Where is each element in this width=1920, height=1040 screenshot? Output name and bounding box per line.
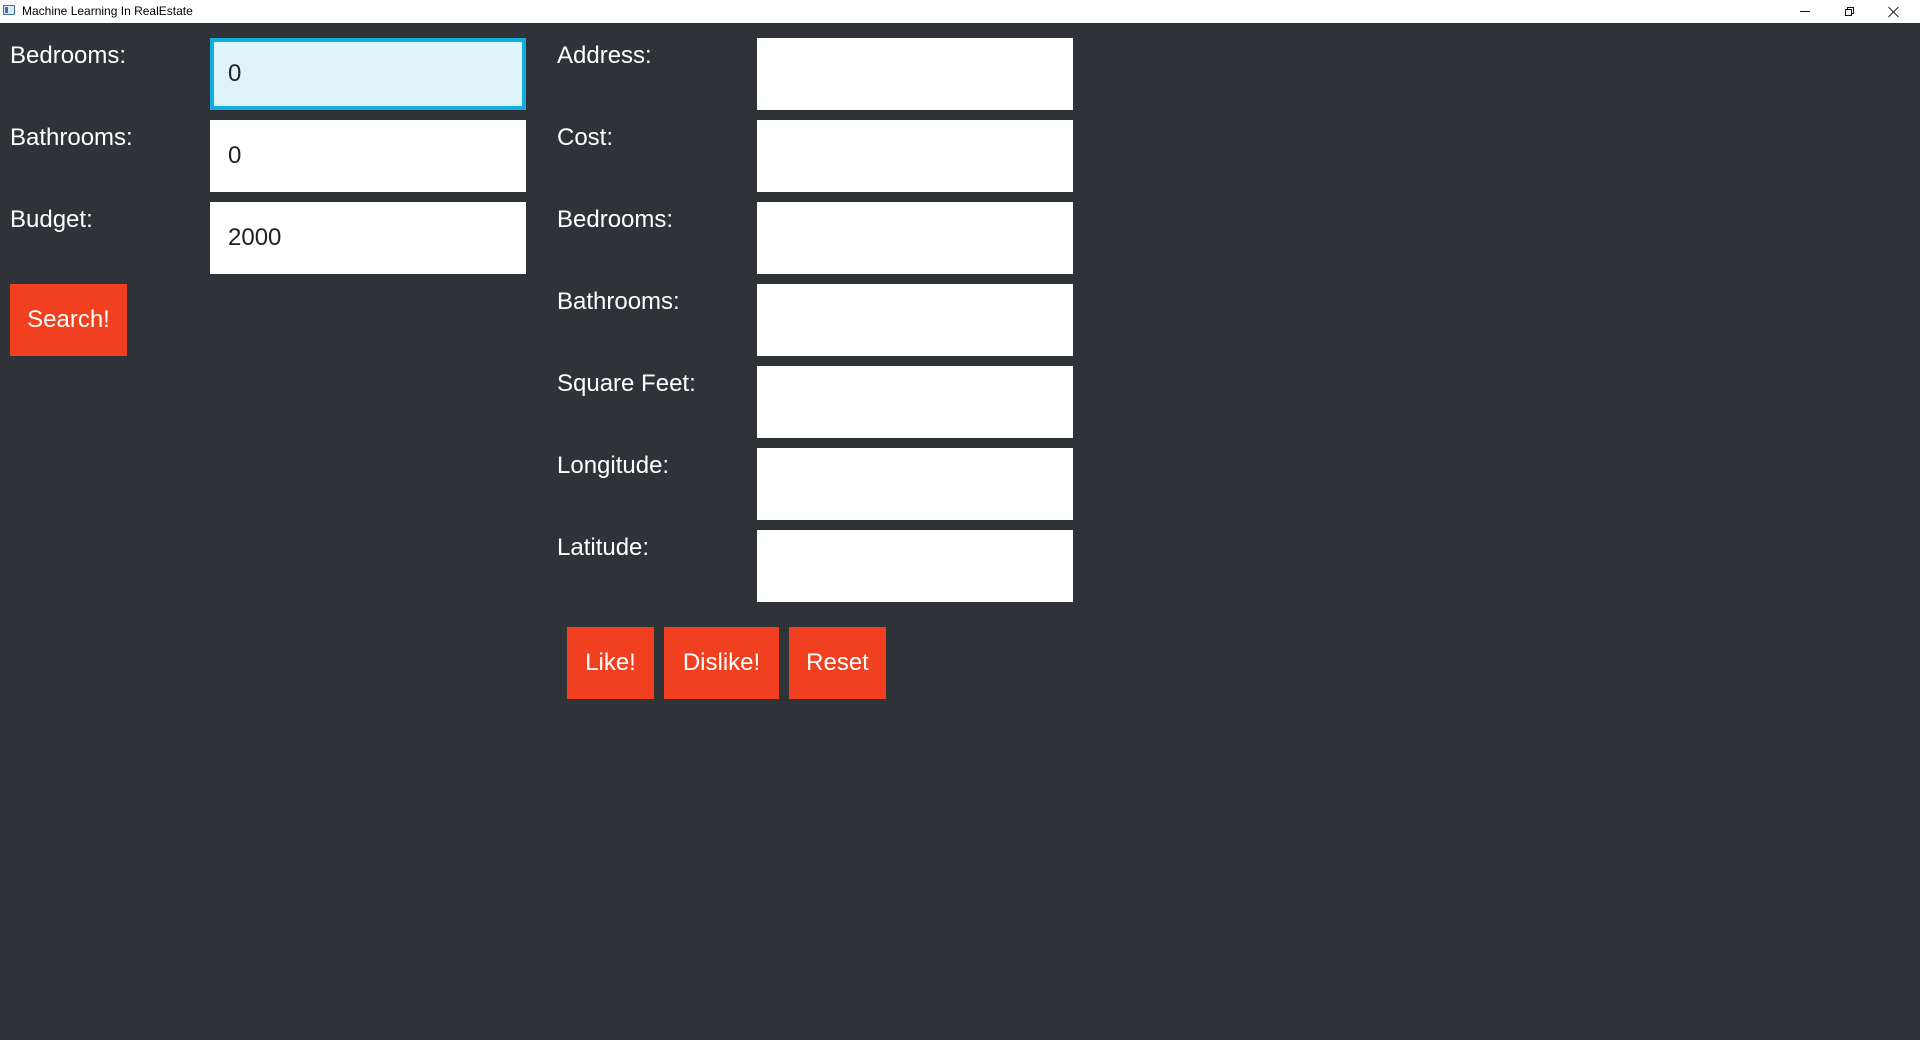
latitude-label: Latitude: — [557, 534, 650, 561]
dislike-button[interactable]: Dislike! — [664, 627, 779, 699]
close-button[interactable] — [1871, 0, 1917, 23]
budget-input[interactable] — [210, 202, 526, 274]
window-title: Machine Learning In RealEstate — [22, 4, 193, 18]
search-bathrooms-input[interactable] — [210, 120, 526, 192]
longitude-field[interactable] — [757, 448, 1073, 520]
like-button[interactable]: Like! — [567, 627, 654, 699]
app-window-icon — [3, 5, 15, 15]
restore-icon — [1844, 7, 1854, 16]
details-bedrooms-field[interactable] — [757, 202, 1073, 274]
cost-label: Cost: — [557, 124, 614, 151]
search-bathrooms-label: Bathrooms: — [10, 124, 133, 151]
cost-field[interactable] — [757, 120, 1073, 192]
restore-button[interactable] — [1826, 0, 1872, 23]
square-feet-field[interactable] — [757, 366, 1073, 438]
minimize-button[interactable] — [1782, 0, 1828, 23]
longitude-label: Longitude: — [557, 452, 670, 479]
title-bar: Machine Learning In RealEstate — [0, 0, 1920, 23]
budget-label: Budget: — [10, 206, 93, 233]
details-bedrooms-label: Bedrooms: — [557, 206, 674, 233]
search-button[interactable]: Search! — [10, 284, 127, 356]
close-icon — [1888, 6, 1900, 18]
square-feet-label: Square Feet: — [557, 370, 696, 397]
address-field[interactable] — [757, 38, 1073, 110]
reset-button[interactable]: Reset — [789, 627, 886, 699]
details-bathrooms-field[interactable] — [757, 284, 1073, 356]
minimize-icon — [1800, 11, 1810, 12]
address-label: Address: — [557, 42, 652, 69]
search-bedrooms-input[interactable] — [210, 38, 526, 110]
details-bathrooms-label: Bathrooms: — [557, 288, 680, 315]
latitude-field[interactable] — [757, 530, 1073, 602]
search-bedrooms-label: Bedrooms: — [10, 42, 127, 69]
